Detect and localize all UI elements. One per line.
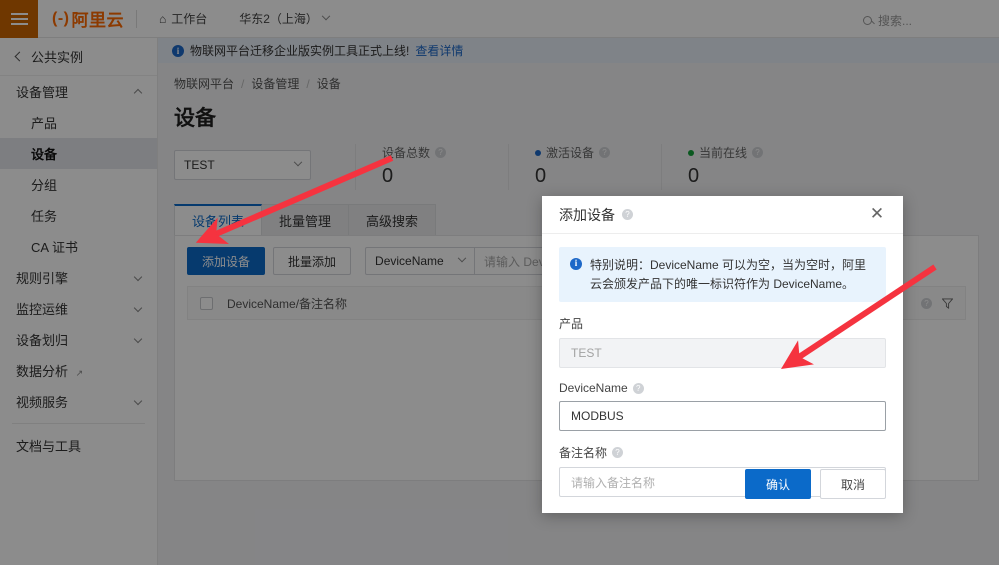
field-label: 产品 <box>559 315 583 332</box>
product-input: TEST <box>559 338 886 368</box>
devicename-input[interactable]: MODBUS <box>559 401 886 431</box>
devicename-input-value: MODBUS <box>571 409 624 423</box>
info-alert: i 特别说明：DeviceName 可以为空，当为空时，阿里云会颁发产品下的唯一… <box>559 247 886 302</box>
cancel-label: 取消 <box>841 476 865 493</box>
field-product: 产品 TEST <box>559 315 886 368</box>
info-icon: i <box>570 258 582 270</box>
help-icon[interactable]: ? <box>633 383 644 394</box>
add-device-dialog: 添加设备 ? ✕ i 特别说明：DeviceName 可以为空，当为空时，阿里云… <box>542 196 903 513</box>
info-alert-text: 特别说明：DeviceName 可以为空，当为空时，阿里云会颁发产品下的唯一标识… <box>590 256 875 293</box>
dialog-footer: 确认 取消 <box>542 455 903 513</box>
close-icon[interactable]: ✕ <box>868 206 886 224</box>
cancel-button[interactable]: 取消 <box>820 469 886 499</box>
confirm-label: 确认 <box>766 476 790 493</box>
dialog-header: 添加设备 ? ✕ <box>542 196 903 234</box>
dialog-title: 添加设备 <box>559 205 615 225</box>
field-devicename: DeviceName ? MODBUS <box>559 381 886 431</box>
help-icon[interactable]: ? <box>622 209 633 220</box>
field-label: DeviceName <box>559 381 628 395</box>
confirm-button[interactable]: 确认 <box>745 469 811 499</box>
product-input-value: TEST <box>571 346 602 360</box>
